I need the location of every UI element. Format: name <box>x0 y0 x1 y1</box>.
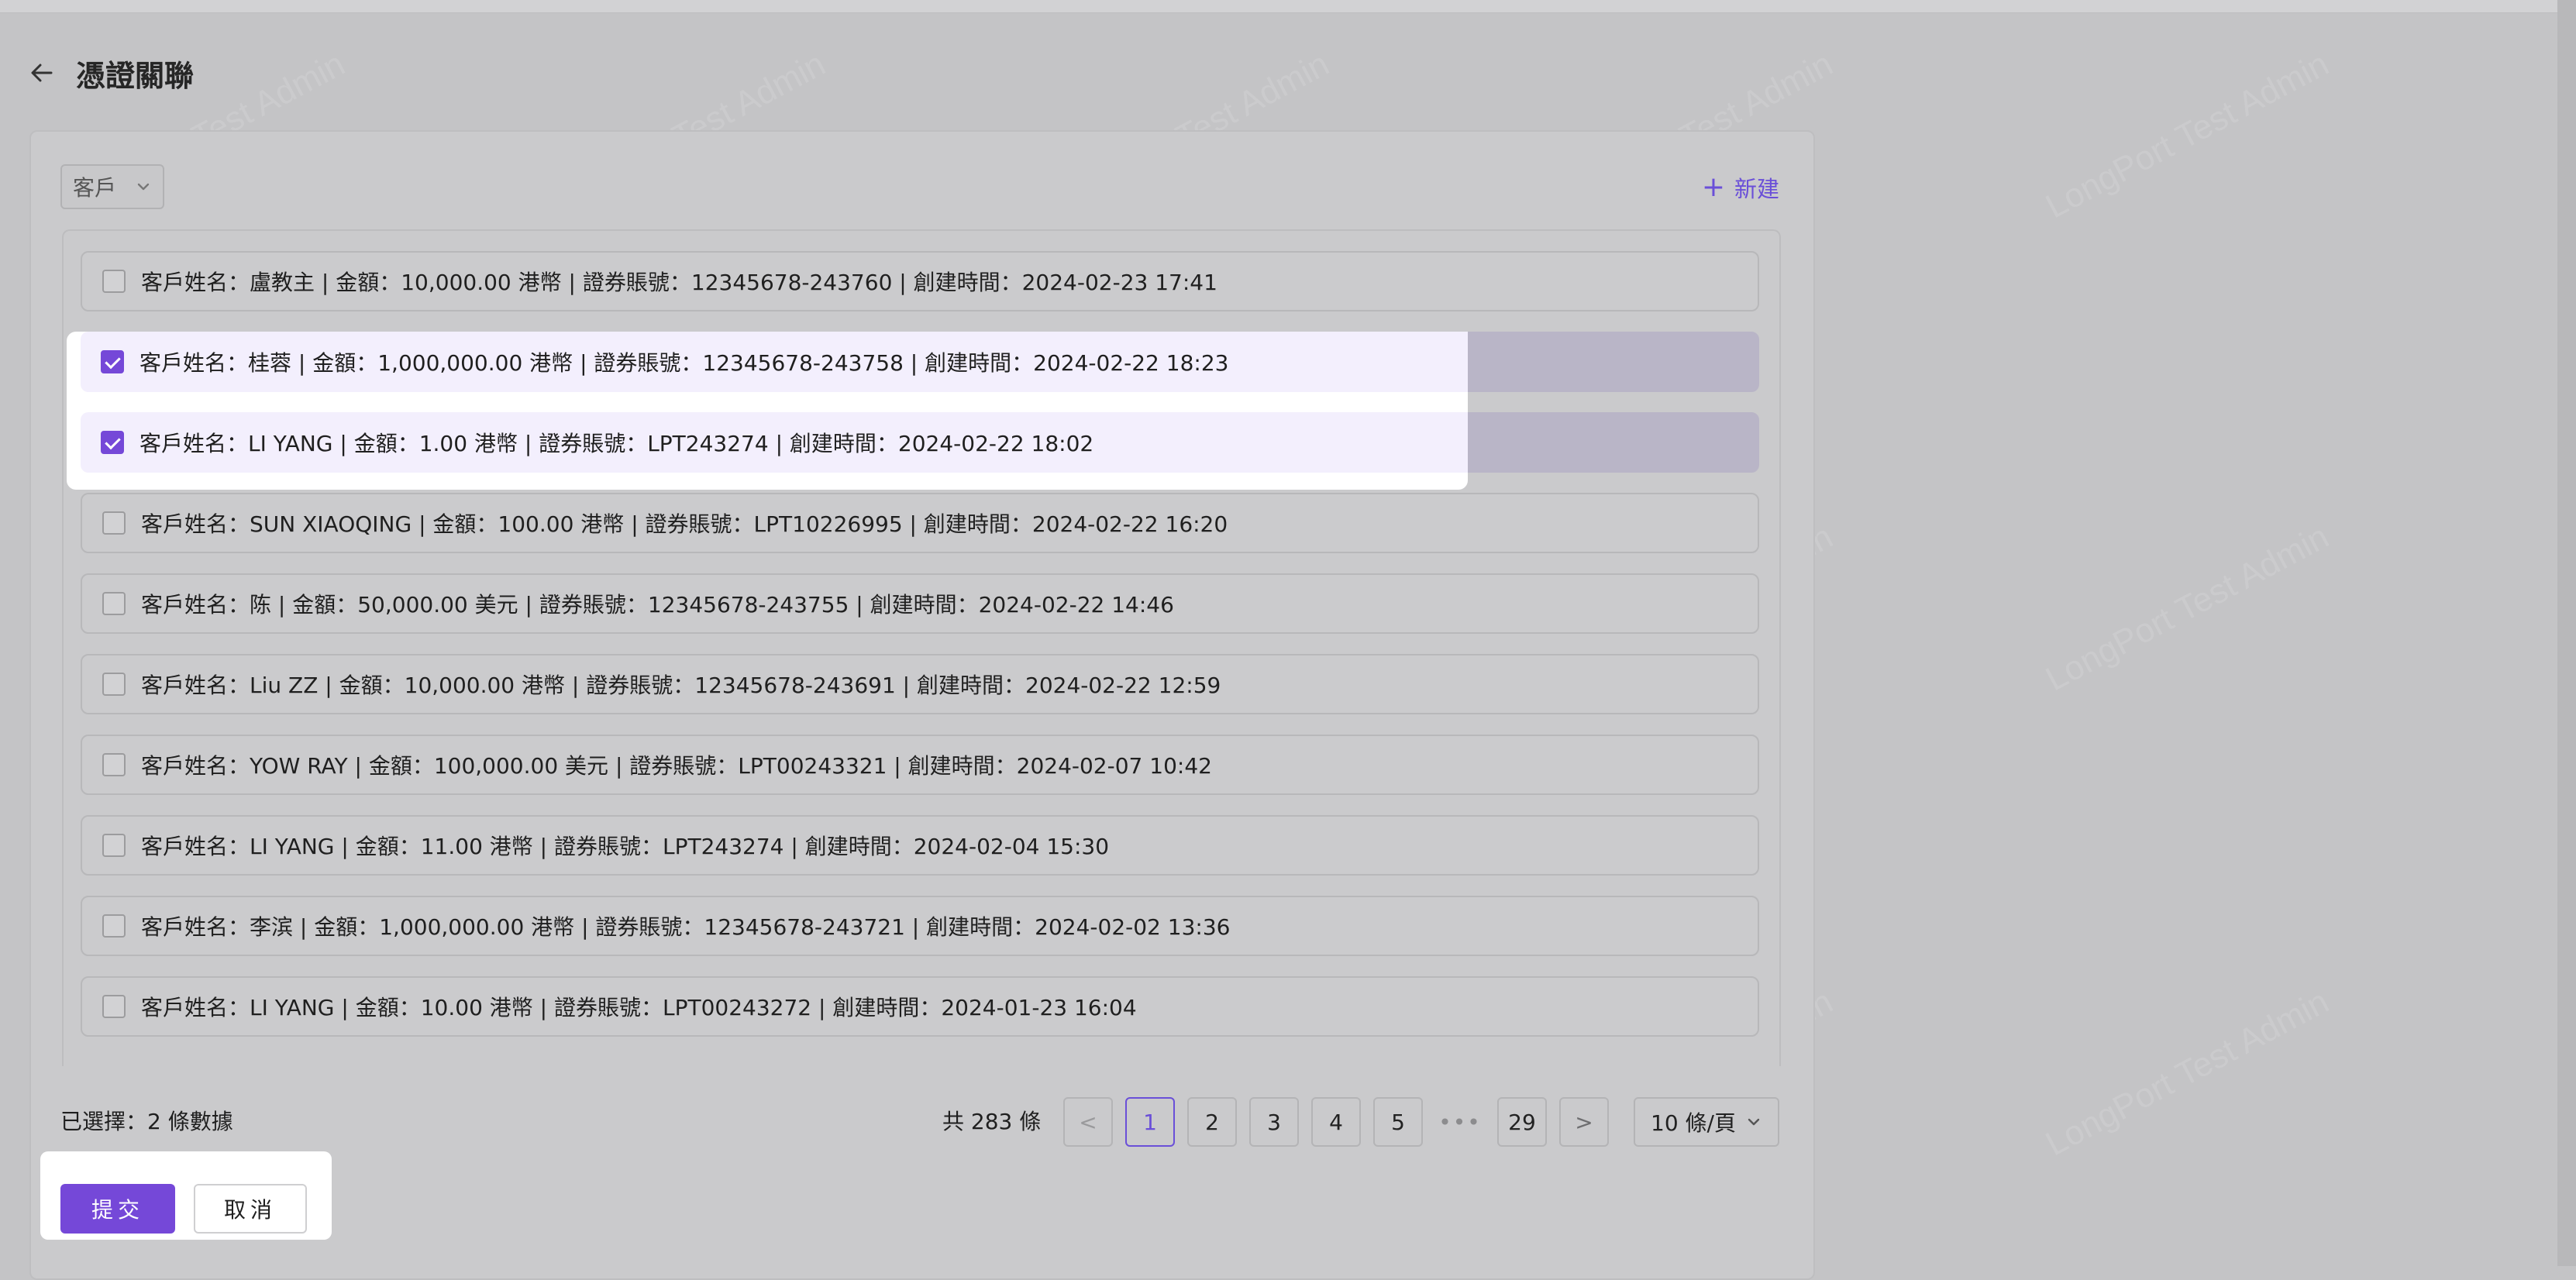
record-row[interactable]: 客戶姓名：李滨 | 金額：1,000,000.00 港幣 | 證券賬號：1234… <box>81 896 1759 956</box>
record-text: 客戶姓名：LI YANG | 金額：11.00 港幣 | 證券賬號：LPT243… <box>141 834 1110 859</box>
watermark-text: LongPort Test Admin <box>2039 982 2335 1164</box>
record-row[interactable]: 客戶姓名：YOW RAY | 金額：100,000.00 美元 | 證券賬號：L… <box>81 735 1759 795</box>
next-page-button[interactable]: > <box>1559 1097 1609 1147</box>
page-ellipsis[interactable]: ••• <box>1435 1097 1485 1147</box>
watermark-text: LongPort Test Admin <box>2039 44 2335 226</box>
row-checkbox[interactable] <box>102 592 126 615</box>
record-row[interactable]: 客戶姓名：LI YANG | 金額：10.00 港幣 | 證券賬號：LPT002… <box>81 976 1759 1037</box>
customer-type-select[interactable]: 客戶 <box>60 164 164 209</box>
chevron-down-icon <box>137 183 150 191</box>
back-arrow-icon[interactable] <box>28 59 56 87</box>
row-checkbox[interactable] <box>102 673 126 696</box>
row-checkbox[interactable] <box>102 511 126 535</box>
plus-icon: + <box>1701 171 1725 203</box>
page-title: 憑證關聯 <box>76 58 195 93</box>
prev-page-button[interactable]: < <box>1063 1097 1113 1147</box>
record-row-selected[interactable]: 客戶姓名：桂蓉 | 金額：1,000,000.00 港幣 | 證券賬號：1234… <box>81 332 1468 392</box>
record-row[interactable]: 客戶姓名：盧教主 | 金額：10,000.00 港幣 | 證券賬號：123456… <box>81 251 1759 311</box>
page-button-2[interactable]: 2 <box>1187 1097 1237 1147</box>
page-size-value: 10 條/頁 <box>1651 1110 1736 1136</box>
selected-count: 已選擇：2 條數據 <box>60 1109 233 1134</box>
record-text: 客戶姓名：LI YANG | 金額：10.00 港幣 | 證券賬號：LPT002… <box>141 995 1137 1020</box>
row-checkbox-checked[interactable] <box>101 350 124 373</box>
record-text: 客戶姓名：陈 | 金額：50,000.00 美元 | 證券賬號：12345678… <box>141 592 1174 618</box>
record-row[interactable]: 客戶姓名：Liu ZZ | 金額：10,000.00 港幣 | 證券賬號：123… <box>81 654 1759 714</box>
row-checkbox[interactable] <box>102 834 126 857</box>
select-value: 客戶 <box>73 175 117 201</box>
top-bar <box>0 0 2576 13</box>
page-button-3[interactable]: 3 <box>1249 1097 1299 1147</box>
page-header: 憑證關聯 <box>28 51 194 95</box>
page-button-5[interactable]: 5 <box>1373 1097 1423 1147</box>
row-checkbox-checked[interactable] <box>101 431 124 454</box>
record-text: 客戶姓名：LI YANG | 金額：1.00 港幣 | 證券賬號：LPT2432… <box>139 431 1094 456</box>
row-checkbox[interactable] <box>102 753 126 776</box>
record-row[interactable]: 客戶姓名：陈 | 金額：50,000.00 美元 | 證券賬號：12345678… <box>81 573 1759 634</box>
page-button-last[interactable]: 29 <box>1497 1097 1547 1147</box>
page-button-1[interactable]: 1 <box>1125 1097 1175 1147</box>
page-size-select[interactable]: 10 條/頁 <box>1634 1097 1779 1147</box>
row-checkbox[interactable] <box>102 995 126 1018</box>
record-text: 客戶姓名：Liu ZZ | 金額：10,000.00 港幣 | 證券賬號：123… <box>141 673 1221 698</box>
chevron-down-icon <box>1748 1118 1760 1126</box>
record-text: 客戶姓名：SUN XIAOQING | 金額：100.00 港幣 | 證券賬號：… <box>141 511 1228 537</box>
cancel-button[interactable]: 取消 <box>194 1184 307 1234</box>
record-row[interactable]: 客戶姓名：SUN XIAOQING | 金額：100.00 港幣 | 證券賬號：… <box>81 493 1759 553</box>
row-checkbox[interactable] <box>102 914 126 938</box>
record-row-selected[interactable]: 客戶姓名：LI YANG | 金額：1.00 港幣 | 證券賬號：LPT2432… <box>81 412 1468 473</box>
new-button-label: 新建 <box>1734 176 1779 202</box>
submit-button[interactable]: 提交 <box>60 1184 175 1234</box>
row-checkbox[interactable] <box>102 270 126 293</box>
page-button-4[interactable]: 4 <box>1311 1097 1361 1147</box>
right-edge-shadow <box>2557 0 2576 1266</box>
watermark-text: LongPort Test Admin <box>2039 517 2335 699</box>
record-row[interactable]: 客戶姓名：LI YANG | 金額：11.00 港幣 | 證券賬號：LPT243… <box>81 815 1759 876</box>
record-text: 客戶姓名：桂蓉 | 金額：1,000,000.00 港幣 | 證券賬號：1234… <box>139 350 1229 376</box>
record-text: 客戶姓名：李滨 | 金額：1,000,000.00 港幣 | 證券賬號：1234… <box>141 914 1231 940</box>
total-count: 共 283 條 <box>942 1109 1042 1134</box>
record-text: 客戶姓名：YOW RAY | 金額：100,000.00 美元 | 證券賬號：L… <box>141 753 1212 779</box>
new-button[interactable]: + 新建 <box>1702 169 1779 206</box>
record-text: 客戶姓名：盧教主 | 金額：10,000.00 港幣 | 證券賬號：123456… <box>141 270 1217 295</box>
